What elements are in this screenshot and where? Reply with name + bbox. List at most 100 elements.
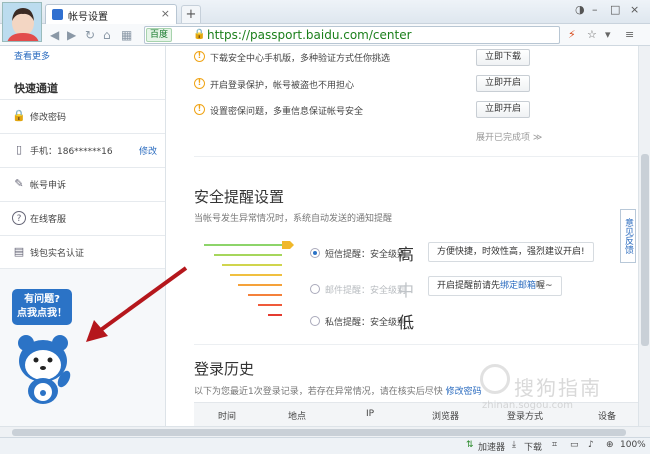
phone-icon: ▯ <box>15 143 23 156</box>
apps-icon[interactable]: ▦ <box>121 28 132 42</box>
sms-alert-radio[interactable] <box>310 248 320 258</box>
change-password-link[interactable]: 修改密码 <box>446 387 482 397</box>
home-icon[interactable]: ⌂ <box>103 28 111 42</box>
option-label: 短信提醒：安全级别 <box>325 250 407 260</box>
tab-close-button[interactable]: × <box>161 7 170 20</box>
refresh-icon[interactable]: ↻ <box>85 28 95 42</box>
secure-lock-icon: 🔒 <box>193 29 206 40</box>
callout-text: 喔~ <box>536 281 553 291</box>
warning-icon: ! <box>194 51 205 62</box>
sidebar-item-online-service[interactable]: ? 在线客服 <box>0 201 165 235</box>
minimize-button[interactable]: – <box>592 3 598 16</box>
sidebar-item-label: 在线客服 <box>30 215 67 225</box>
sidebar-item-appeal[interactable]: ✎ 帐号申诉 <box>0 167 165 201</box>
section-divider <box>194 156 638 157</box>
vertical-scrollbar[interactable] <box>638 46 650 426</box>
zoom-icon[interactable]: ⊕ <box>606 440 614 450</box>
column-header: 浏览器 <box>432 412 460 422</box>
sidebar-item-label: 帐号申诉 <box>30 181 67 191</box>
login-history-description: 以下为您最近1次登录记录，若存在异常情况，请在核实后尽快 修改密码 <box>194 384 482 397</box>
browser-tab[interactable]: 帐号设置 × <box>45 4 177 24</box>
enable-security-question-button[interactable]: 立即开启 <box>476 101 530 118</box>
accelerator-button[interactable]: 加速器 <box>478 440 505 453</box>
enable-login-protection-button[interactable]: 立即开启 <box>476 75 530 92</box>
download-icon: ⤓ <box>512 440 516 450</box>
main-content: ! 下载安全中心手机版，多种验证方式任你挑选 立即下载 ! 开启登录保护，帐号被… <box>166 46 638 426</box>
help-icon: ? <box>12 211 26 225</box>
address-bar[interactable]: 百度 🔒 https://passport.baidu.com/center <box>144 26 560 44</box>
sidebar-item-label: 钱包实名认证 <box>30 249 85 259</box>
speed-icon[interactable]: ⚡ <box>568 28 576 41</box>
sidebar-item-phone: ▯ 手机：186******16 修改 <box>0 133 165 167</box>
email-alert-radio[interactable] <box>310 284 320 294</box>
view-more-link[interactable]: 查看更多 <box>14 49 50 62</box>
history-desc-text: 以下为您最近1次登录记录，若存在异常情况，请在核实后尽快 <box>194 387 443 397</box>
page-icon[interactable]: ▭ <box>570 440 579 450</box>
browser-title-bar: 帐号设置 × + ◑ – □ × <box>0 0 650 24</box>
warning-icon: ! <box>194 104 205 115</box>
back-icon[interactable]: ◀ <box>50 28 59 42</box>
id-card-icon: ▤ <box>13 245 25 258</box>
bear-mascot-icon[interactable] <box>14 331 72 405</box>
dropdown-icon[interactable]: ▾ <box>605 28 611 41</box>
horizontal-scrollbar[interactable] <box>0 426 650 437</box>
baidu-favicon-icon <box>52 9 63 20</box>
menu-icon[interactable]: ≡ <box>625 28 634 41</box>
column-header: 登录方式 <box>507 412 544 422</box>
bind-email-link[interactable]: 绑定邮箱 <box>500 281 536 291</box>
feedback-tab[interactable]: 意见反馈 <box>620 209 636 263</box>
skin-icon[interactable]: ◑ <box>575 3 585 16</box>
option-label: 私信提醒：安全级别 <box>325 318 407 328</box>
browser-toolbar: ◀ ▶ ↻ ⌂ ▦ 百度 🔒 https://passport.baidu.co… <box>0 24 650 46</box>
download-button[interactable]: 下载 <box>524 440 542 453</box>
option-label: 邮件提醒：安全级别 <box>325 286 407 296</box>
sidebar-item-change-password[interactable]: 🔒 修改密码 <box>0 99 165 133</box>
user-avatar[interactable] <box>2 2 42 42</box>
expand-completed-link[interactable]: 展开已完成项 ≫ <box>476 130 542 143</box>
horizontal-scroll-thumb[interactable] <box>12 429 626 436</box>
status-bar: ⇅ 加速器 ⤓ 下载 ⌗ ▭ ♪ ⊕ 100% <box>0 437 650 454</box>
callout-text: 开启提醒前请先 <box>437 281 501 291</box>
vertical-scroll-thumb[interactable] <box>641 154 649 346</box>
column-header: IP <box>366 409 375 419</box>
quick-access-title: 快速通道 <box>14 82 58 95</box>
task-text: 设置密保问题，多重信息保证帐号安全 <box>210 107 364 117</box>
maximize-button[interactable]: □ <box>610 3 620 16</box>
column-header: 地点 <box>288 412 307 422</box>
favorite-star-icon[interactable]: ☆ <box>587 28 597 41</box>
sidebar-item-label: 修改密码 <box>30 113 67 123</box>
sms-alert-callout: 方便快捷，时效性高，强烈建议开启! <box>428 242 594 262</box>
new-tab-button[interactable]: + <box>181 5 201 23</box>
security-level-graphic <box>204 241 294 316</box>
alert-settings-title: 安全提醒设置 <box>194 188 285 206</box>
modify-phone-link[interactable]: 修改 <box>139 144 157 157</box>
task-text: 下载安全中心手机版，多种验证方式任你挑选 <box>210 54 391 64</box>
zoom-level[interactable]: 100% <box>620 440 646 450</box>
url-text[interactable]: https://passport.baidu.com/center <box>207 28 412 42</box>
tab-title: 帐号设置 <box>68 12 108 23</box>
download-now-button[interactable]: 立即下载 <box>476 49 530 66</box>
security-level: 高 <box>398 245 415 264</box>
section-divider <box>194 344 638 345</box>
column-header: 设备 <box>598 412 617 422</box>
sound-icon[interactable]: ♪ <box>588 440 594 450</box>
close-window-button[interactable]: × <box>630 3 639 16</box>
help-widget[interactable]: 有问题? 点我点我！ <box>0 268 165 426</box>
alert-settings-description: 当帐号发生异常情况时，系统自动发送的通知提醒 <box>194 214 393 224</box>
warning-icon: ! <box>194 78 205 89</box>
login-history-table-header: 时间 地点 IP 浏览器 登录方式 设备 <box>194 402 638 426</box>
help-bubble-line1: 有问题? <box>24 294 60 305</box>
baidu-badge: 百度 <box>146 28 173 42</box>
email-alert-callout: 开启提醒前请先绑定邮箱喔~ <box>428 276 562 296</box>
login-history-title: 登录历史 <box>194 360 255 378</box>
help-bubble-line2: 点我点我！ <box>17 308 67 319</box>
appeal-icon: ✎ <box>14 177 24 190</box>
sidebar-item-label: 手机：186******16 <box>30 147 113 157</box>
column-header: 时间 <box>218 412 237 422</box>
sidebar: 查看更多 快速通道 🔒 修改密码 ▯ 手机：186******16 修改 ✎ 帐… <box>0 46 166 426</box>
forward-icon[interactable]: ▶ <box>67 28 76 42</box>
screenshot-icon[interactable]: ⌗ <box>552 440 557 450</box>
help-bubble[interactable]: 有问题? 点我点我！ <box>12 289 72 325</box>
sidebar-item-wallet-verify[interactable]: ▤ 钱包实名认证 <box>0 235 165 269</box>
message-alert-radio[interactable] <box>310 316 320 326</box>
